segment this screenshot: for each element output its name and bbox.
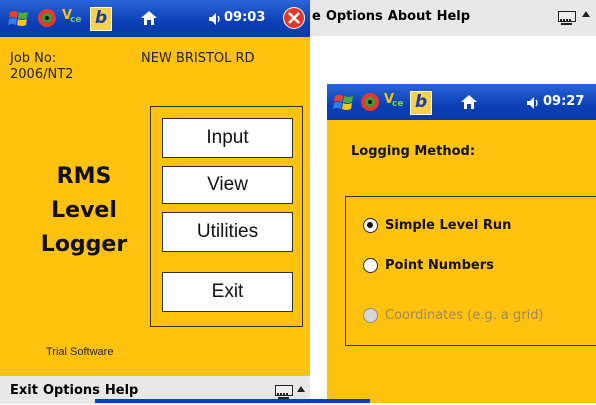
windows-start-icon[interactable] xyxy=(333,93,355,111)
app-title-line-3: Logger xyxy=(40,232,128,257)
radio-simple-level-run[interactable] xyxy=(363,218,378,233)
option-simple-level-run[interactable]: Simple Level Run xyxy=(385,218,511,233)
keyboard-icon[interactable] xyxy=(558,11,576,25)
app-icon-eye[interactable] xyxy=(38,9,56,27)
radio-point-numbers[interactable] xyxy=(363,258,378,273)
app-title: RMS Level Logger xyxy=(40,160,128,262)
main-screen: V ce b 09:03 Job No: 2006/NT2 NEW BRISTO… xyxy=(0,0,310,404)
logging-method-heading: Logging Method: xyxy=(351,144,476,159)
app-icon-eye[interactable] xyxy=(361,93,379,111)
clock[interactable]: 09:03 xyxy=(224,10,265,25)
menu-item-file-partial[interactable]: e xyxy=(312,9,321,24)
back-window-menubar: e Options About Help xyxy=(310,0,596,36)
title-bar: V ce b 09:27 xyxy=(327,84,596,120)
app-icon-b[interactable]: b xyxy=(90,7,112,31)
chevron-up-icon[interactable] xyxy=(582,11,590,17)
main-menu: Exit Options Help xyxy=(10,383,143,398)
windows-start-icon[interactable] xyxy=(8,9,30,27)
close-icon[interactable] xyxy=(283,7,305,29)
menu-item-options[interactable]: Options xyxy=(326,9,383,24)
app-icon-vs[interactable]: V ce xyxy=(62,8,84,28)
menu-item-exit[interactable]: Exit xyxy=(10,383,38,398)
exit-button[interactable]: Exit xyxy=(162,272,293,312)
app-title-line-1: RMS xyxy=(56,164,112,189)
job-name: NEW BRISTOL RD xyxy=(141,51,255,66)
app-icon-b[interactable]: b xyxy=(410,91,432,115)
menu-item-help[interactable]: Help xyxy=(105,383,138,398)
view-button[interactable]: View xyxy=(162,166,293,204)
menu-item-options[interactable]: Options xyxy=(43,383,100,398)
menu-item-about[interactable]: About xyxy=(388,9,432,24)
input-button[interactable]: Input xyxy=(162,118,293,158)
logging-method-screen: V ce b 09:27 Logging Method: Simple Leve… xyxy=(327,84,596,403)
keyboard-icon[interactable] xyxy=(275,385,293,399)
partial-window-strip xyxy=(95,399,370,403)
trial-software-label: Trial Software xyxy=(46,346,114,358)
home-icon[interactable] xyxy=(460,93,478,111)
job-label: Job No: xyxy=(10,51,57,66)
option-point-numbers[interactable]: Point Numbers xyxy=(385,258,494,273)
speaker-icon[interactable] xyxy=(208,11,222,25)
radio-coordinates xyxy=(363,308,378,323)
clock[interactable]: 09:27 xyxy=(543,94,584,109)
job-number: 2006/NT2 xyxy=(10,67,74,82)
utilities-button[interactable]: Utilities xyxy=(162,212,293,252)
menu-item-help[interactable]: Help xyxy=(437,9,470,24)
back-menu: e Options About Help xyxy=(312,9,475,24)
title-bar: V ce b 09:03 xyxy=(0,0,310,37)
home-icon[interactable] xyxy=(140,9,158,27)
speaker-icon[interactable] xyxy=(526,95,540,109)
app-icon-vs[interactable]: V ce xyxy=(384,92,406,112)
chevron-up-icon[interactable] xyxy=(297,386,305,392)
app-title-line-2: Level xyxy=(51,198,117,223)
option-coordinates: Coordinates (e.g. a grid) xyxy=(385,308,544,323)
